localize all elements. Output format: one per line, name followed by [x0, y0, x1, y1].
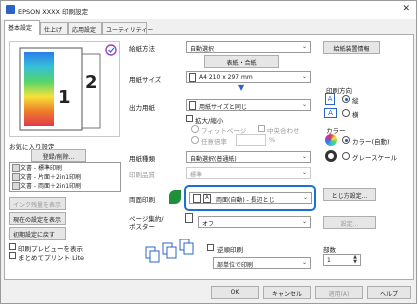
- portrait-label: 縦: [352, 97, 359, 105]
- landscape-radio[interactable]: [342, 109, 350, 117]
- tab-finishing[interactable]: 仕上げ: [40, 22, 68, 34]
- grayscale-label: グレースケール: [352, 154, 398, 162]
- reverse-order-label: 逆順印刷: [217, 246, 243, 254]
- leaf-icon: [169, 190, 181, 204]
- paper-type-value: 自動選択(普通紙): [190, 156, 237, 163]
- printer-app-icon: [6, 5, 15, 14]
- print-preview: 1 2: [9, 41, 120, 137]
- any-scale-label: 任意倍率: [201, 138, 227, 146]
- output-paper-select[interactable]: 用紙サイズと同じ ⌄: [186, 99, 311, 111]
- favorites-list: 文書 - 標準印刷 文書 - 片面＋2in1印刷 文書 - 両面＋2in1印刷: [9, 162, 121, 192]
- apply-button[interactable]: 適用(A): [315, 286, 363, 299]
- preview-checkbox[interactable]: [9, 243, 16, 250]
- color-auto-radio[interactable]: [342, 136, 350, 144]
- fit-page-radio[interactable]: [191, 125, 199, 133]
- page-icon: [189, 101, 196, 110]
- favorites-register-button[interactable]: 登録/削除...: [31, 149, 86, 162]
- color-auto-label: カラー(自動): [352, 138, 390, 146]
- grayscale-radio[interactable]: [342, 152, 350, 160]
- percent-label: %: [269, 136, 276, 144]
- copies-label: 部数: [323, 246, 336, 254]
- paper-type-label: 用紙種類: [129, 155, 155, 163]
- scale-label: 拡大/縮小: [195, 117, 224, 125]
- paper-source-value: 自動選択: [190, 46, 215, 53]
- center-label: 中央合わせ: [267, 127, 300, 135]
- cover-insert-button[interactable]: 表紙・合紙: [204, 55, 279, 68]
- reset-defaults-button[interactable]: 初期設定に戻す: [9, 227, 66, 240]
- chevron-down-icon: ⌄: [301, 153, 307, 160]
- window-title: EPSON XXXX 印刷設定: [18, 8, 89, 16]
- ink-levels-button[interactable]: インク残量を表示: [9, 197, 66, 210]
- output-paper-value: 用紙サイズと同じ: [199, 104, 247, 111]
- list-item[interactable]: 文書 - 標準印刷: [10, 163, 120, 172]
- portrait-radio[interactable]: [342, 95, 350, 103]
- page-icon: [189, 73, 196, 82]
- duplex-value: 両面(自動) - 長辺とじ: [216, 197, 275, 204]
- quality-label: 印刷品質: [129, 171, 155, 179]
- list-item[interactable]: 文書 - 両面＋2in1印刷: [10, 181, 120, 190]
- paper-size-select[interactable]: A4 210 x 297 mm ⌄: [186, 71, 311, 83]
- collate-select[interactable]: 部単位で印刷 ⌄: [213, 257, 311, 269]
- copies-value: 1: [327, 257, 331, 264]
- print-settings-window: EPSON XXXX 印刷設定 ✕ 基本設定 仕上げ 応用設定 ユーティリティー…: [0, 0, 417, 304]
- multipage-label: ページ集約/ ポスター: [129, 215, 164, 231]
- collate-pages-icon: [145, 239, 194, 263]
- multipage-settings-button[interactable]: 設定...: [323, 216, 376, 229]
- page-icon: [193, 194, 201, 203]
- chevron-down-icon: ⌄: [301, 259, 307, 266]
- cancel-button[interactable]: キャンセル: [263, 286, 311, 299]
- quality-value: 標準: [190, 172, 203, 179]
- page-icon: [185, 213, 193, 223]
- reverse-order-checkbox[interactable]: [207, 244, 214, 251]
- tab-advanced[interactable]: 応用設定: [68, 22, 102, 34]
- paper-source-label: 給紙方法: [129, 45, 155, 53]
- paper-type-select[interactable]: 自動選択(普通紙) ⌄: [186, 151, 311, 163]
- collate-value: 部単位で印刷: [217, 262, 254, 269]
- paper-size-value: A4 210 x 297 mm: [199, 74, 253, 81]
- multipage-select[interactable]: オフ ⌄: [198, 216, 311, 228]
- center-checkbox[interactable]: [258, 125, 265, 132]
- title-bar: EPSON XXXX 印刷設定 ✕: [1, 1, 416, 19]
- landscape-icon: A: [324, 108, 337, 118]
- any-scale-radio[interactable]: [191, 136, 199, 144]
- paper-info-button[interactable]: 給紙装置情報: [323, 41, 380, 54]
- stepper-arrows-icon[interactable]: ▲ ▼: [353, 255, 357, 265]
- duplex-label: 両面印刷: [129, 196, 155, 204]
- help-button[interactable]: ヘルプ: [367, 286, 411, 299]
- chevron-down-icon: ⌄: [301, 43, 307, 50]
- show-settings-button[interactable]: 現在の設定を表示: [9, 212, 66, 225]
- chevron-down-icon: ⌄: [301, 218, 307, 225]
- paper-source-select[interactable]: 自動選択 ⌄: [186, 41, 311, 53]
- preview-page-2: 2: [85, 72, 98, 93]
- close-icon[interactable]: ✕: [402, 4, 410, 14]
- multipage-value: オフ: [202, 221, 215, 228]
- grayscale-icon: [325, 150, 337, 162]
- list-item[interactable]: 文書 - 片面＋2in1印刷: [10, 172, 120, 181]
- chevron-down-icon: ⌄: [302, 194, 308, 201]
- tab-utility[interactable]: ユーティリティー: [102, 22, 153, 34]
- scale-checkbox[interactable]: [186, 115, 193, 122]
- arrow-down-icon: ▼: [238, 83, 245, 92]
- binding-settings-button[interactable]: とじ方設定...: [323, 188, 376, 201]
- duplex-select[interactable]: A 両面(自動) - 長辺とじ ⌄: [189, 192, 312, 204]
- paper-size-label: 用紙サイズ: [129, 76, 162, 84]
- scale-percent-input[interactable]: [236, 134, 266, 146]
- lite-checkbox-label: まとめてプリント Lite: [18, 254, 85, 262]
- quality-select[interactable]: 標準 ⌄: [186, 167, 311, 179]
- chevron-down-icon: ⌄: [301, 73, 307, 80]
- ok-button[interactable]: OK: [211, 286, 259, 299]
- landscape-label: 横: [352, 111, 359, 119]
- portrait-icon: A: [325, 93, 335, 105]
- page-a-icon: A: [203, 194, 211, 203]
- color-wheel-icon: [325, 134, 337, 146]
- tab-basic[interactable]: 基本設定: [4, 20, 40, 35]
- chevron-down-icon: ⌄: [301, 101, 307, 108]
- lite-checkbox[interactable]: [9, 252, 16, 259]
- chevron-down-icon: ⌄: [301, 169, 307, 176]
- copies-stepper[interactable]: 1 ▲ ▼: [323, 254, 361, 266]
- preview-page-1: 1: [58, 87, 71, 108]
- output-paper-label: 出力用紙: [129, 104, 155, 112]
